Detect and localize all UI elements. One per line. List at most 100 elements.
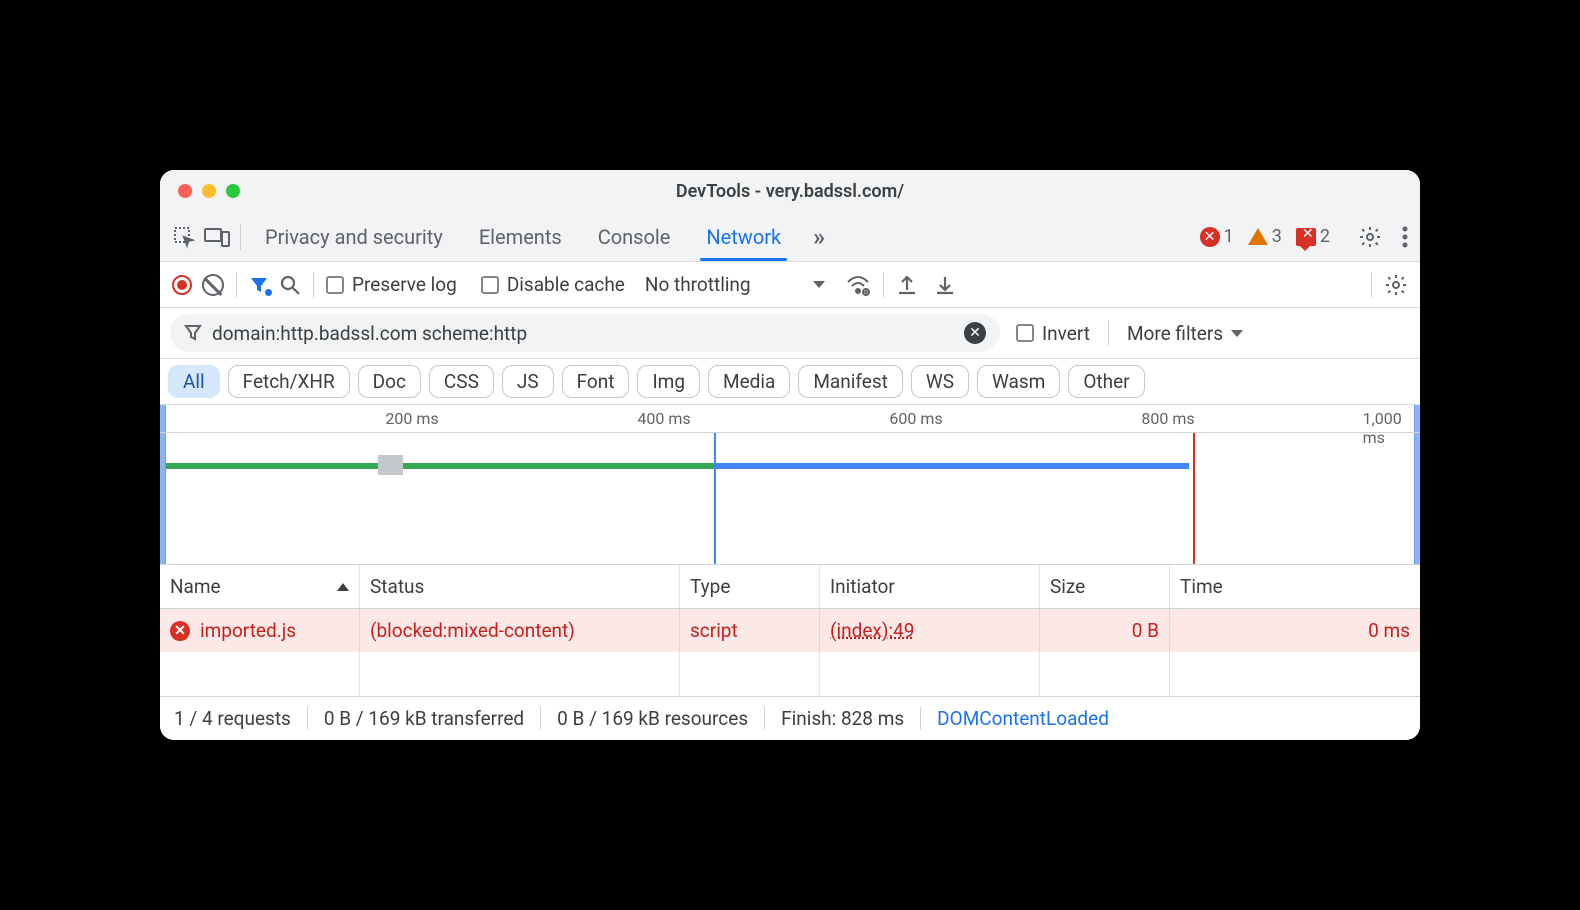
tab-console[interactable]: Console xyxy=(598,212,671,261)
chip-other[interactable]: Other xyxy=(1068,365,1144,398)
network-conditions-icon[interactable] xyxy=(845,274,871,296)
timeline-tick: 400 ms xyxy=(637,409,690,428)
more-tabs-icon[interactable]: » xyxy=(813,223,825,251)
request-name: imported.js xyxy=(200,619,296,642)
divider xyxy=(240,224,241,250)
divider xyxy=(1108,320,1109,346)
timeline-overview[interactable]: 200 ms 400 ms 600 ms 800 ms 1,000 ms xyxy=(160,405,1420,565)
chip-media[interactable]: Media xyxy=(708,365,790,398)
import-har-icon[interactable] xyxy=(934,274,956,296)
col-size[interactable]: Size xyxy=(1040,565,1170,608)
chevron-down-icon xyxy=(813,281,825,288)
domcontentloaded-line xyxy=(714,433,716,564)
status-requests: 1 / 4 requests xyxy=(174,707,308,730)
tab-elements[interactable]: Elements xyxy=(479,212,562,261)
timeline-tick: 1,000 ms xyxy=(1363,409,1402,447)
close-icon[interactable] xyxy=(178,184,192,198)
network-toolbar: Preserve log Disable cache No throttling xyxy=(160,262,1420,308)
preserve-log-checkbox[interactable]: Preserve log xyxy=(326,273,457,296)
tab-privacy[interactable]: Privacy and security xyxy=(265,212,443,261)
main-tabstrip: Privacy and security Elements Console Ne… xyxy=(160,212,1420,262)
more-filters-button[interactable]: More filters xyxy=(1127,322,1243,345)
chip-img[interactable]: Img xyxy=(637,365,700,398)
chip-manifest[interactable]: Manifest xyxy=(798,365,903,398)
timeline-ruler: 200 ms 400 ms 600 ms 800 ms 1,000 ms xyxy=(160,405,1420,433)
chip-ws[interactable]: WS xyxy=(911,365,969,398)
search-icon[interactable] xyxy=(279,274,301,296)
titlebar: DevTools - very.badssl.com/ xyxy=(160,170,1420,212)
chip-wasm[interactable]: Wasm xyxy=(977,365,1060,398)
more-menu-icon[interactable] xyxy=(1402,226,1408,248)
status-bar: 1 / 4 requests 0 B / 169 kB transferred … xyxy=(160,696,1420,740)
record-button[interactable] xyxy=(172,275,192,295)
issue-icon: ✕ xyxy=(1296,228,1316,246)
chip-font[interactable]: Font xyxy=(562,365,630,398)
settings-gear-icon[interactable] xyxy=(1358,225,1382,249)
filter-bar: domain:http.badssl.com scheme:http ✕ Inv… xyxy=(160,308,1420,359)
export-har-icon[interactable] xyxy=(896,274,918,296)
error-icon: ✕ xyxy=(1200,227,1220,247)
clear-filter-icon[interactable]: ✕ xyxy=(964,322,986,344)
table-row[interactable]: ✕ imported.js (blocked:mixed-content) sc… xyxy=(160,609,1420,652)
col-status[interactable]: Status xyxy=(360,565,680,608)
initiator-link[interactable]: (index):49 xyxy=(830,619,914,642)
divider xyxy=(1371,272,1372,298)
chip-doc[interactable]: Doc xyxy=(358,365,421,398)
table-header: Name Status Type Initiator Size Time xyxy=(160,565,1420,609)
warning-badge[interactable]: 3 xyxy=(1248,226,1282,247)
request-time: 0 ms xyxy=(1170,609,1420,652)
status-domcontentloaded[interactable]: DOMContentLoaded xyxy=(921,707,1125,730)
col-time[interactable]: Time xyxy=(1170,565,1420,608)
waterfall-bars xyxy=(166,453,1414,483)
checkbox-icon xyxy=(481,276,499,294)
timeline-tick: 200 ms xyxy=(385,409,438,428)
error-badge[interactable]: ✕ 1 xyxy=(1200,226,1234,247)
request-status: (blocked:mixed-content) xyxy=(360,609,680,652)
device-toggle-icon[interactable] xyxy=(204,226,230,248)
tab-network[interactable]: Network xyxy=(706,212,781,261)
request-size: 0 B xyxy=(1040,609,1170,652)
requests-table: Name Status Type Initiator Size Time ✕ i… xyxy=(160,565,1420,696)
divider xyxy=(236,272,237,298)
empty-row xyxy=(160,652,1420,696)
issues-badge[interactable]: ✕ 2 xyxy=(1296,226,1330,247)
minimize-icon[interactable] xyxy=(202,184,216,198)
devtools-window: DevTools - very.badssl.com/ Privacy and … xyxy=(160,170,1420,740)
warning-icon xyxy=(1248,228,1268,245)
disable-cache-checkbox[interactable]: Disable cache xyxy=(481,273,625,296)
status-resources: 0 B / 169 kB resources xyxy=(541,707,765,730)
checkbox-icon xyxy=(326,276,344,294)
col-initiator[interactable]: Initiator xyxy=(820,565,1040,608)
chevron-down-icon xyxy=(1231,330,1243,337)
clear-button[interactable] xyxy=(202,274,224,296)
funnel-icon xyxy=(184,324,202,342)
filter-input[interactable]: domain:http.badssl.com scheme:http ✕ xyxy=(170,314,1000,352)
col-name[interactable]: Name xyxy=(160,565,360,608)
resource-type-chips: All Fetch/XHR Doc CSS JS Font Img Media … xyxy=(160,359,1420,405)
chip-all[interactable]: All xyxy=(168,365,220,398)
sort-asc-icon xyxy=(337,583,349,591)
window-title: DevTools - very.badssl.com/ xyxy=(160,181,1420,202)
traffic-lights xyxy=(160,184,240,198)
invert-checkbox[interactable]: Invert xyxy=(1016,322,1090,345)
filter-toggle-icon[interactable] xyxy=(249,275,269,295)
request-type: script xyxy=(680,609,820,652)
chip-js[interactable]: JS xyxy=(502,365,554,398)
inspect-icon[interactable] xyxy=(172,225,196,249)
network-settings-icon[interactable] xyxy=(1384,273,1408,297)
divider xyxy=(313,272,314,298)
checkbox-icon xyxy=(1016,324,1034,342)
filter-text: domain:http.badssl.com scheme:http xyxy=(212,322,954,345)
chip-fetch[interactable]: Fetch/XHR xyxy=(228,365,350,398)
timeline-tick: 800 ms xyxy=(1141,409,1194,428)
col-type[interactable]: Type xyxy=(680,565,820,608)
timeline-tick: 600 ms xyxy=(889,409,942,428)
maximize-icon[interactable] xyxy=(226,184,240,198)
chip-css[interactable]: CSS xyxy=(429,365,494,398)
divider xyxy=(883,272,884,298)
error-icon: ✕ xyxy=(170,621,190,641)
load-line xyxy=(1193,433,1195,564)
status-finish: Finish: 828 ms xyxy=(765,707,921,730)
throttling-select[interactable]: No throttling xyxy=(645,273,825,296)
status-transferred: 0 B / 169 kB transferred xyxy=(308,707,541,730)
